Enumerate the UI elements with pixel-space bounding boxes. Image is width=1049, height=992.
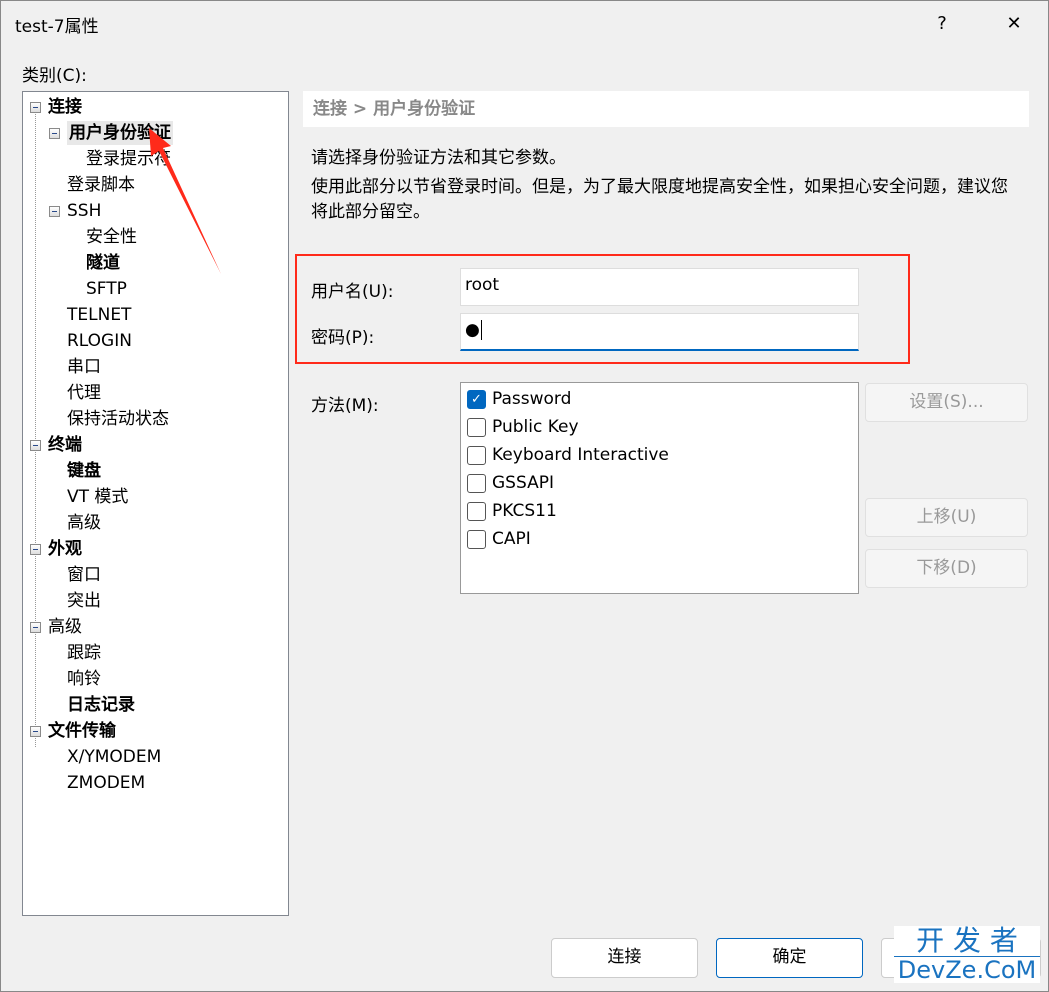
tree-item[interactable]: 窗口 bbox=[67, 563, 101, 587]
collapse-icon[interactable] bbox=[49, 128, 60, 139]
tree-item-label: 保持活动状态 bbox=[67, 409, 169, 429]
settings-button[interactable]: 设置(S)... bbox=[865, 383, 1028, 422]
tree-item-label: 终端 bbox=[48, 435, 82, 455]
tree-item[interactable]: X/YMODEM bbox=[67, 745, 161, 769]
tree-item-label: 连接 bbox=[48, 97, 82, 117]
tree-item[interactable]: TELNET bbox=[67, 303, 131, 327]
tree-item[interactable]: 高级 bbox=[48, 615, 82, 639]
checkbox-icon[interactable] bbox=[467, 445, 486, 465]
window-title: test-7属性 bbox=[15, 17, 99, 37]
red-arrow-annotation bbox=[149, 128, 221, 274]
tree-item-label: 高级 bbox=[67, 513, 101, 533]
method-label: Password bbox=[492, 389, 572, 409]
collapse-icon[interactable] bbox=[30, 102, 41, 113]
checkbox-icon[interactable] bbox=[467, 417, 486, 437]
collapse-icon[interactable] bbox=[30, 440, 41, 451]
tree-item[interactable]: 终端 bbox=[48, 433, 82, 457]
method-label: CAPI bbox=[492, 529, 531, 549]
tree-item[interactable]: 安全性 bbox=[86, 225, 137, 249]
checkbox-icon[interactable] bbox=[467, 501, 486, 521]
watermark-line2: DevZe.CoM bbox=[897, 956, 1037, 984]
tree-item[interactable]: 突出 bbox=[67, 589, 101, 613]
method-list[interactable]: ✓ Password Public Key Keyboard Interactive G… bbox=[460, 382, 859, 594]
tree-item-label: VT 模式 bbox=[67, 487, 129, 507]
tree-line bbox=[35, 107, 36, 747]
checkbox-icon[interactable]: ✓ bbox=[467, 389, 486, 409]
tree-item[interactable]: VT 模式 bbox=[67, 485, 128, 509]
description-2: 使用此部分以节省登录时间。但是，为了最大限度地提高安全性，如果担心安全问题，建议… bbox=[311, 177, 1008, 222]
tree-item-label: 突出 bbox=[67, 591, 101, 611]
tree-item-label: 安全性 bbox=[86, 227, 137, 247]
method-checkbox[interactable]: CAPI bbox=[467, 527, 531, 551]
method-label: PKCS11 bbox=[492, 501, 557, 521]
tree-item-label: 窗口 bbox=[67, 565, 101, 585]
watermark-line1: 开 发 者 bbox=[894, 926, 1040, 957]
tree-item[interactable]: 日志记录 bbox=[67, 693, 135, 717]
tree-item-label: 串口 bbox=[67, 357, 101, 377]
tree-item[interactable]: 文件传输 bbox=[48, 719, 116, 743]
tree-item-label: 跟踪 bbox=[67, 643, 101, 663]
tree-item[interactable]: 跟踪 bbox=[67, 641, 101, 665]
checkbox-icon[interactable] bbox=[467, 473, 486, 493]
help-button[interactable]: ? bbox=[919, 1, 965, 45]
move-down-button[interactable]: 下移(D) bbox=[865, 549, 1028, 588]
method-checkbox[interactable]: GSSAPI bbox=[467, 471, 554, 495]
collapse-icon[interactable] bbox=[30, 726, 41, 737]
method-label: GSSAPI bbox=[492, 473, 554, 493]
breadcrumb: 连接 > 用户身份验证 bbox=[303, 91, 1029, 127]
tree-item-label: 键盘 bbox=[67, 461, 101, 481]
tree-item-label: 高级 bbox=[48, 617, 82, 637]
method-checkbox[interactable]: Keyboard Interactive bbox=[467, 443, 669, 467]
tree-item-label: RLOGIN bbox=[67, 331, 132, 351]
watermark-logo: 开 发 者 DevZe.CoM bbox=[894, 926, 1040, 983]
checkbox-icon[interactable] bbox=[467, 529, 486, 549]
tree-item[interactable]: SSH bbox=[67, 199, 101, 223]
tree-item-label: 登录脚本 bbox=[67, 175, 135, 195]
tree-item-label: 日志记录 bbox=[67, 695, 135, 715]
tree-item[interactable]: RLOGIN bbox=[67, 329, 132, 353]
category-label: 类别(C): bbox=[22, 66, 87, 86]
tree-item-label: ZMODEM bbox=[67, 773, 146, 793]
password-input[interactable]: ● bbox=[460, 313, 859, 351]
method-label: 方法(M): bbox=[311, 396, 379, 416]
username-label: 用户名(U): bbox=[311, 282, 394, 302]
tree-item-label: 文件传输 bbox=[48, 721, 116, 741]
username-input[interactable]: root bbox=[460, 268, 859, 306]
tree-item[interactable]: 隧道 bbox=[86, 251, 120, 275]
tree-item[interactable]: 登录脚本 bbox=[67, 173, 135, 197]
tree-item-label: 代理 bbox=[67, 383, 101, 403]
tree-item[interactable]: SFTP bbox=[86, 277, 127, 301]
method-checkbox[interactable]: Public Key bbox=[467, 415, 579, 439]
password-label: 密码(P): bbox=[311, 328, 375, 348]
tree-item-label: X/YMODEM bbox=[67, 747, 162, 767]
password-value: ● bbox=[465, 320, 480, 340]
tree-item-label: 外观 bbox=[48, 539, 82, 559]
tree-item-label: SFTP bbox=[86, 279, 127, 299]
connect-button[interactable]: 连接 bbox=[551, 938, 698, 978]
tree-item[interactable]: 代理 bbox=[67, 381, 101, 405]
ok-button[interactable]: 确定 bbox=[716, 938, 863, 978]
tree-item[interactable]: ZMODEM bbox=[67, 771, 145, 795]
collapse-icon[interactable] bbox=[30, 544, 41, 555]
close-button[interactable]: ✕ bbox=[991, 1, 1037, 45]
tree-item[interactable]: 响铃 bbox=[67, 667, 101, 691]
method-label: Public Key bbox=[492, 417, 579, 437]
tree-item[interactable]: 连接 bbox=[48, 95, 82, 119]
tree-item-label: 隧道 bbox=[86, 253, 120, 273]
collapse-icon[interactable] bbox=[49, 206, 60, 217]
method-checkbox[interactable]: ✓ Password bbox=[467, 387, 571, 411]
move-up-button[interactable]: 上移(U) bbox=[865, 498, 1028, 537]
method-checkbox[interactable]: PKCS11 bbox=[467, 499, 557, 523]
tree-item[interactable]: 键盘 bbox=[67, 459, 101, 483]
tree-item-label: SSH bbox=[67, 201, 102, 221]
description-1: 请选择身份验证方法和其它参数。 bbox=[311, 148, 566, 168]
tree-item[interactable]: 串口 bbox=[67, 355, 101, 379]
tree-item-label: 响铃 bbox=[67, 669, 101, 689]
tree-item[interactable]: 外观 bbox=[48, 537, 82, 561]
tree-item-label: TELNET bbox=[67, 305, 132, 325]
collapse-icon[interactable] bbox=[30, 622, 41, 633]
method-label: Keyboard Interactive bbox=[492, 445, 669, 465]
tree-item[interactable]: 保持活动状态 bbox=[67, 407, 169, 431]
tree-item[interactable]: 高级 bbox=[67, 511, 101, 535]
